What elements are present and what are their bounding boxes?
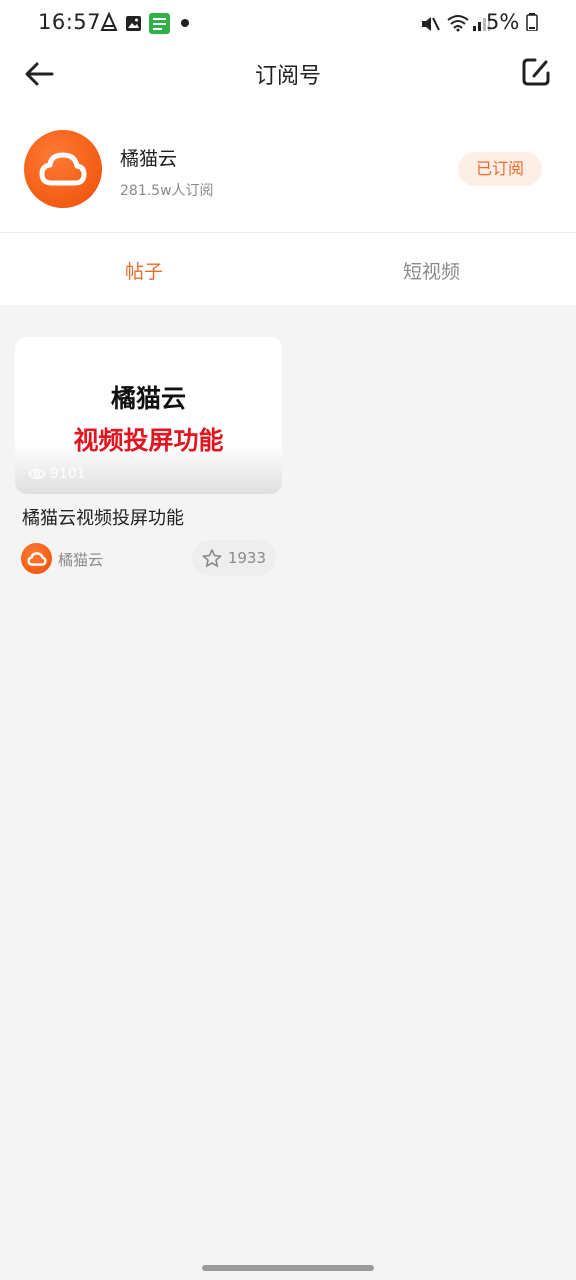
status-dot	[181, 19, 189, 27]
wifi-icon	[446, 14, 470, 36]
tab-short-videos[interactable]: 短视频	[403, 257, 460, 284]
edit-button[interactable]	[520, 56, 552, 88]
edit-icon	[522, 58, 550, 86]
eye-icon	[28, 468, 46, 480]
battery-text: 5%	[485, 10, 520, 34]
post-thumbnail[interactable]: 橘猫云 视频投屏功能 9101	[15, 337, 282, 494]
home-indicator[interactable]	[202, 1265, 374, 1271]
header-bar: 订阅号	[0, 48, 576, 98]
notification-icon	[100, 11, 118, 36]
author-name[interactable]: 橘猫云	[58, 549, 103, 570]
tab-posts[interactable]: 帖子	[125, 257, 163, 284]
favorite-button[interactable]: 1933	[191, 540, 276, 576]
post-card[interactable]: 橘猫云 视频投屏功能 9101 橘猫云视频投屏功能 橘猫云 1933	[15, 337, 282, 580]
cloud-logo-icon	[39, 152, 87, 186]
status-bar: 16:57 5%	[0, 0, 576, 48]
star-icon	[202, 548, 222, 567]
content-tabs: 帖子 短视频	[0, 233, 576, 305]
view-count: 9101	[28, 466, 86, 482]
page-title: 订阅号	[254, 64, 321, 89]
battery-icon	[526, 13, 538, 32]
photo-icon	[125, 15, 142, 36]
battery-percent: 5%	[486, 10, 538, 34]
favorite-count: 1933	[227, 549, 266, 567]
cloud-logo-icon	[26, 551, 47, 566]
author-avatar[interactable]	[21, 543, 52, 574]
post-meta: 橘猫云 1933	[15, 540, 282, 580]
channel-name: 橘猫云	[120, 148, 178, 170]
view-count-text: 9101	[50, 466, 86, 482]
thumbnail-title: 橘猫云	[110, 384, 186, 413]
post-title[interactable]: 橘猫云视频投屏功能	[15, 504, 282, 530]
subscriber-count: 281.5w人订阅	[120, 183, 214, 199]
channel-avatar[interactable]	[24, 130, 102, 208]
subscribed-button[interactable]: 已订阅	[458, 152, 542, 186]
mute-icon	[420, 15, 440, 37]
app-notify-icon	[149, 13, 170, 38]
channel-profile: 橘猫云 281.5w人订阅 已订阅	[0, 118, 576, 232]
status-time: 16:57	[38, 10, 102, 34]
